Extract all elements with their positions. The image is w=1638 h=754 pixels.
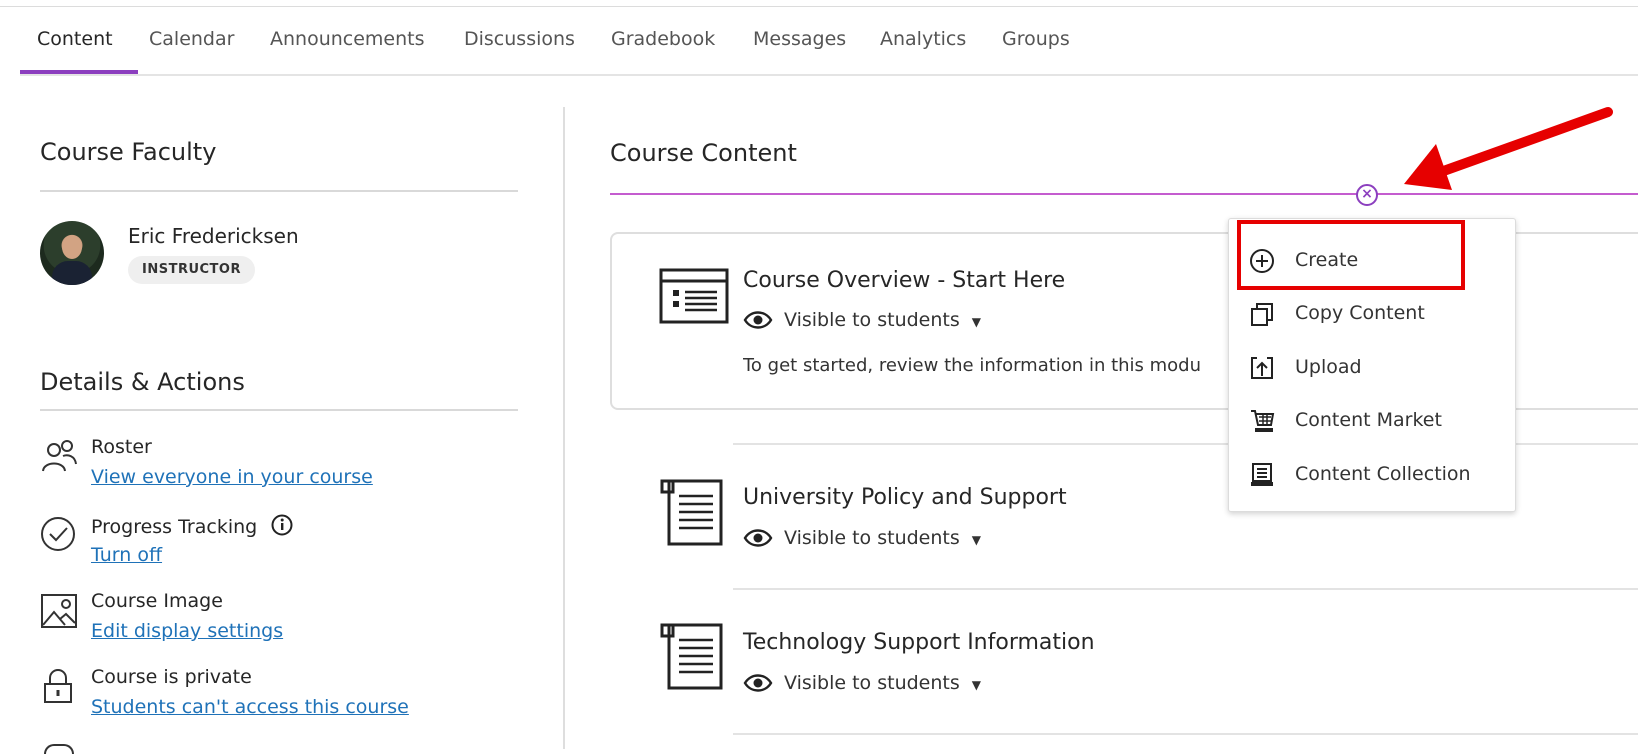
- caret-down-icon: ▼: [971, 533, 982, 547]
- caret-down-icon: ▼: [971, 315, 982, 329]
- tab-calendar[interactable]: Calendar: [149, 28, 234, 50]
- upload-icon: [1251, 357, 1273, 379]
- menu-item-label: Copy Content: [1295, 302, 1425, 324]
- course-private-link[interactable]: Students can't access this course: [91, 696, 409, 718]
- eye-icon: [743, 311, 773, 329]
- faculty-divider: [40, 190, 518, 192]
- visibility-label: Visible to students: [784, 527, 960, 549]
- lock-icon: [44, 669, 72, 703]
- avatar[interactable]: [40, 221, 104, 285]
- instructor-name[interactable]: Eric Fredericksen: [128, 224, 299, 248]
- menu-item-label: Content Collection: [1295, 463, 1471, 485]
- course-tab-bar: Content Calendar Announcements Discussio…: [20, 0, 1638, 76]
- visibility-dropdown[interactable]: Visible to students ▼: [784, 527, 981, 549]
- document-icon: [660, 479, 723, 546]
- course-private-title: Course is private: [91, 666, 252, 688]
- collection-icon: [1251, 463, 1273, 486]
- progress-check-icon: [41, 517, 75, 551]
- info-icon[interactable]: [271, 514, 293, 536]
- content-item-title[interactable]: University Policy and Support: [743, 485, 1067, 510]
- tab-announcements[interactable]: Announcements: [270, 28, 425, 50]
- copy-icon: [1251, 303, 1273, 326]
- content-item-description: To get started, review the information i…: [743, 355, 1202, 376]
- next-action-icon: [44, 744, 74, 754]
- column-divider: [563, 107, 565, 749]
- image-icon: [41, 594, 77, 628]
- red-arrow-annotation: [1404, 107, 1613, 190]
- menu-item-label: Upload: [1295, 356, 1362, 378]
- tab-discussions[interactable]: Discussions: [464, 28, 575, 50]
- menu-item-label: Content Market: [1295, 409, 1442, 431]
- active-tab-indicator: [20, 70, 138, 74]
- visibility-dropdown[interactable]: Visible to students ▼: [784, 309, 981, 331]
- caret-down-icon: ▼: [971, 678, 982, 692]
- eye-icon: [743, 529, 773, 547]
- roster-title: Roster: [91, 436, 152, 458]
- details-divider: [40, 409, 518, 411]
- menu-item-content-collection[interactable]: Content Collection: [1229, 450, 1515, 500]
- roster-icon: [42, 440, 77, 472]
- cart-icon: [1251, 410, 1275, 432]
- document-icon: [660, 623, 723, 690]
- highlight-annotation-box: [1237, 220, 1465, 290]
- menu-item-content-market[interactable]: Content Market: [1229, 396, 1515, 446]
- course-faculty-heading: Course Faculty: [40, 138, 217, 166]
- course-content-heading: Course Content: [610, 139, 797, 167]
- close-add-menu-button[interactable]: ×: [1356, 184, 1378, 206]
- course-image-link[interactable]: Edit display settings: [91, 620, 283, 642]
- progress-tracking-label: Progress Tracking: [91, 516, 258, 538]
- menu-item-upload[interactable]: Upload: [1229, 343, 1515, 393]
- item-separator: [733, 733, 1638, 735]
- item-separator: [733, 588, 1638, 590]
- visibility-label: Visible to students: [784, 672, 960, 694]
- tab-groups[interactable]: Groups: [1002, 28, 1070, 50]
- roster-link[interactable]: View everyone in your course: [91, 466, 373, 488]
- role-badge: INSTRUCTOR: [128, 256, 255, 284]
- details-actions-heading: Details & Actions: [40, 368, 245, 396]
- content-item-title[interactable]: Course Overview - Start Here: [743, 268, 1065, 293]
- tab-content[interactable]: Content: [37, 28, 113, 50]
- tab-gradebook[interactable]: Gradebook: [611, 28, 715, 50]
- menu-item-copy-content[interactable]: Copy Content: [1229, 289, 1515, 339]
- content-item-title[interactable]: Technology Support Information: [743, 630, 1095, 655]
- progress-tracking-title: Progress Tracking: [91, 514, 293, 538]
- visibility-label: Visible to students: [784, 309, 960, 331]
- tab-analytics[interactable]: Analytics: [880, 28, 966, 50]
- visibility-dropdown[interactable]: Visible to students ▼: [784, 672, 981, 694]
- eye-icon: [743, 674, 773, 692]
- course-image-title: Course Image: [91, 590, 223, 612]
- progress-tracking-link[interactable]: Turn off: [91, 544, 162, 566]
- tab-messages[interactable]: Messages: [753, 28, 846, 50]
- module-icon: [659, 268, 729, 324]
